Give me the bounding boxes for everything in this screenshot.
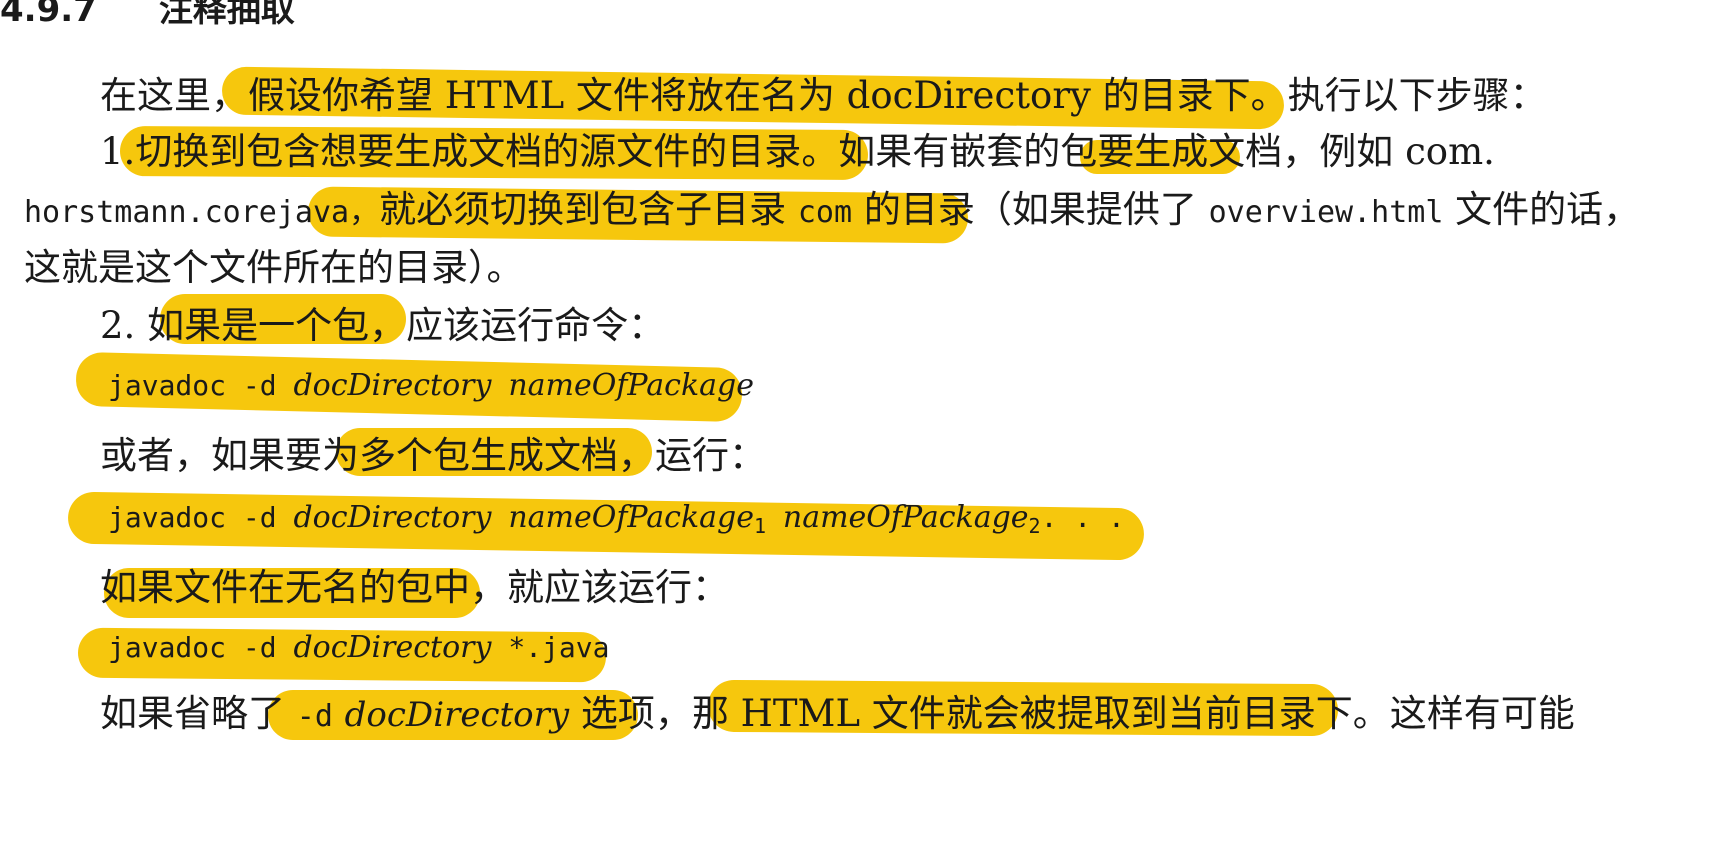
- step2-text-b: 应该运行命令：: [406, 304, 666, 347]
- document-page: 4.9.7 注释抽取 在这里，假设你希望 HTML 文件将放在名为 docDire…: [0, 0, 1710, 864]
- overview-filename: overview.html: [1208, 195, 1444, 230]
- intro-highlight: 假设你希望 HTML 文件将放在名为 docDirectory 的目录下: [248, 74, 1251, 117]
- last-pre: 如果省略了: [100, 692, 285, 735]
- code3-arg1: docDirectory: [293, 630, 492, 665]
- unnamed-line: 如果文件在无名的包中，就应该运行：: [100, 566, 729, 609]
- last-opt-italic: docDirectory: [344, 695, 570, 735]
- intro-pre: 在这里，: [100, 74, 248, 117]
- step2-highlight: 果是一个包，: [184, 304, 407, 347]
- step1-highlight2-code: com: [797, 195, 853, 230]
- step1-highlight2-b: 的目录: [863, 188, 975, 231]
- section-number: 4.9.7: [0, 0, 97, 30]
- step1-line3: 这就是这个文件所在的目录）。: [24, 246, 524, 289]
- step1-paren-a: （如果提供了: [974, 188, 1197, 231]
- package-name: horstmann.corejava，: [24, 195, 380, 230]
- code2-arg3: nameOfPackage: [782, 500, 1029, 535]
- step1-rest: 。如果有嵌套的包要生成文档，例如 com.: [801, 130, 1495, 173]
- last-line: 如果省略了 -d docDirectory 选项，那 HTML 文件就会被提取到…: [100, 692, 1575, 735]
- code-block-2: javadoc -d docDirectory nameOfPackage1 n…: [108, 500, 1125, 538]
- last-highlight: HTML 文件就会被提取到当前目录下: [740, 692, 1353, 735]
- code3-tail: *.java: [508, 631, 610, 664]
- or-line: 或者，如果要为多个包生成文档，运行：: [100, 434, 766, 477]
- section-title: 注释抽取: [158, 0, 295, 30]
- last-post: 。这样有可能: [1352, 692, 1575, 735]
- code2-sub1: 1: [753, 514, 767, 538]
- step2-line: 2. 如果是一个包，应该运行命令：: [100, 304, 666, 347]
- or-post: 运行：: [655, 434, 766, 477]
- code2-arg1: docDirectory: [293, 500, 492, 535]
- code1-arg2: nameOfPackage: [508, 368, 754, 403]
- code3-cmd: javadoc -d: [108, 631, 277, 664]
- code1-arg1: docDirectory: [293, 368, 492, 403]
- section-heading: 4.9.7 注释抽取: [0, 0, 295, 31]
- code2-cmd: javadoc -d: [108, 501, 277, 534]
- intro-post: 。执行以下步骤：: [1250, 74, 1547, 117]
- or-pre: 或者，如果要为: [100, 434, 359, 477]
- step2-text-a: 如: [147, 304, 185, 347]
- step1-line1: 1.切换到包含想要生成文档的源文件的目录。如果有嵌套的包要生成文档，例如 com…: [100, 130, 1495, 173]
- step1-line3-text: 这就是这个文件所在的目录）。: [24, 246, 524, 289]
- code2-arg2: nameOfPackage: [508, 500, 754, 535]
- step1-highlight: 切换到包含想要生成文档的源文件的目录: [135, 130, 802, 173]
- last-opt-post: 选项，那: [580, 692, 729, 735]
- step1-line2: horstmann.corejava，就必须切换到包含子目录 com 的目录（如…: [24, 188, 1641, 231]
- code2-tail: . . .: [1040, 501, 1125, 534]
- intro-line: 在这里，假设你希望 HTML 文件将放在名为 docDirectory 的目录下…: [100, 74, 1547, 117]
- step1-highlight2-a: 就必须切换到包含子目录: [379, 188, 787, 231]
- step1-number: 1.: [100, 130, 136, 173]
- or-highlight: 多个包生成文档，: [359, 434, 655, 477]
- step2-number: 2.: [100, 304, 136, 347]
- code-block-1: javadoc -d docDirectory nameOfPackage: [108, 368, 754, 403]
- unnamed-post: ，就应该运行：: [470, 566, 729, 609]
- code-block-3: javadoc -d docDirectory *.java: [108, 630, 609, 665]
- last-opt-code: -d: [296, 699, 333, 734]
- unnamed-highlight: 如果文件在无名的包中: [100, 566, 470, 609]
- code2-sub2: 2: [1028, 514, 1041, 538]
- step1-paren-b: 文件的话，: [1455, 188, 1641, 231]
- code1-cmd: javadoc -d: [108, 369, 277, 402]
